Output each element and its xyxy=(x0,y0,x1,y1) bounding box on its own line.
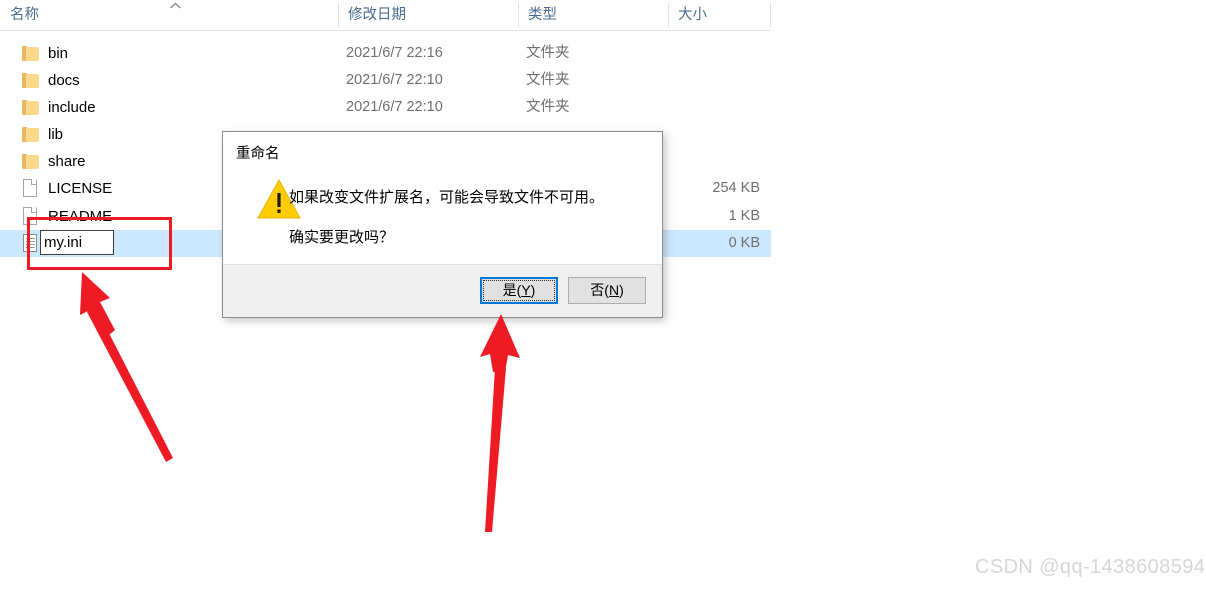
file-name-label: lib xyxy=(48,126,64,143)
file-name-label: include xyxy=(48,99,96,116)
no-button-label: 否 xyxy=(590,282,605,298)
file-icon xyxy=(23,207,37,225)
file-name-cell[interactable]: docs xyxy=(22,67,80,94)
yes-button-label: 是 xyxy=(502,282,517,298)
column-header-size[interactable]: 大小 xyxy=(668,0,770,30)
column-header-row: 名称 修改日期 类型 大小 xyxy=(0,0,771,31)
file-name-label: bin xyxy=(48,45,69,62)
focus-ring xyxy=(483,280,555,301)
ini-file-icon xyxy=(23,234,37,252)
rename-confirmation-dialog: 重命名 如果改变文件扩展名，可能会导致文件不可用。 确实要更改吗？ 是(Y) 否… xyxy=(222,131,663,318)
type-cell: 文件夹 xyxy=(526,45,570,61)
column-header-type[interactable]: 类型 xyxy=(518,0,668,30)
yes-button[interactable]: 是(Y) xyxy=(480,277,558,304)
file-name-cell[interactable]: README xyxy=(22,203,112,230)
table-row[interactable]: include 2021/6/7 22:10 文件夹 xyxy=(0,94,771,121)
column-header-date-modified[interactable]: 修改日期 xyxy=(338,0,518,30)
size-cell xyxy=(600,94,760,121)
dialog-message-line-2: 确实要更改吗？ xyxy=(289,229,395,246)
file-name-label: LICENSE xyxy=(48,180,113,197)
dialog-title: 重命名 xyxy=(236,146,280,162)
annotation-arrow-to-rename-box xyxy=(80,272,173,462)
size-cell xyxy=(600,40,760,67)
file-name-cell[interactable]: bin xyxy=(22,40,68,67)
annotation-arrow-to-yes-button xyxy=(480,314,520,532)
folder-icon xyxy=(22,154,39,169)
date-modified-cell: 2021/6/7 22:10 xyxy=(346,99,443,115)
type-cell: 文件夹 xyxy=(526,99,570,115)
size-cell xyxy=(600,67,760,94)
file-name-label: docs xyxy=(48,72,80,89)
file-name-label: share xyxy=(48,153,86,170)
file-name-cell[interactable]: include xyxy=(22,94,96,121)
folder-icon xyxy=(22,127,39,142)
date-modified-cell: 2021/6/7 22:10 xyxy=(346,72,443,88)
dialog-message-line-1: 如果改变文件扩展名，可能会导致文件不可用。 xyxy=(289,189,605,206)
file-name-cell[interactable]: LICENSE xyxy=(22,175,112,202)
sort-ascending-icon xyxy=(169,2,182,10)
yes-button-accelerator: Y xyxy=(521,282,531,298)
folder-icon xyxy=(22,73,39,88)
table-row[interactable]: bin 2021/6/7 22:16 文件夹 xyxy=(0,40,771,67)
table-row[interactable]: docs 2021/6/7 22:10 文件夹 xyxy=(0,67,771,94)
file-icon xyxy=(23,179,37,197)
no-button[interactable]: 否(N) xyxy=(568,277,646,304)
type-cell: 文件夹 xyxy=(526,72,570,88)
folder-icon xyxy=(22,100,39,115)
rename-input[interactable] xyxy=(44,231,112,254)
column-divider[interactable] xyxy=(770,3,771,27)
file-name-cell[interactable]: share xyxy=(22,148,86,175)
rename-edit-box[interactable] xyxy=(40,230,114,255)
folder-icon xyxy=(22,46,39,61)
date-modified-cell: 2021/6/7 22:16 xyxy=(346,45,443,61)
dialog-button-bar: 是(Y) 否(N) xyxy=(223,264,662,317)
no-button-accelerator: N xyxy=(608,282,620,298)
file-name-cell[interactable]: lib xyxy=(22,121,63,148)
file-name-label: README xyxy=(48,208,113,225)
watermark-text: CSDN @qq-1438608594 xyxy=(975,556,1206,578)
